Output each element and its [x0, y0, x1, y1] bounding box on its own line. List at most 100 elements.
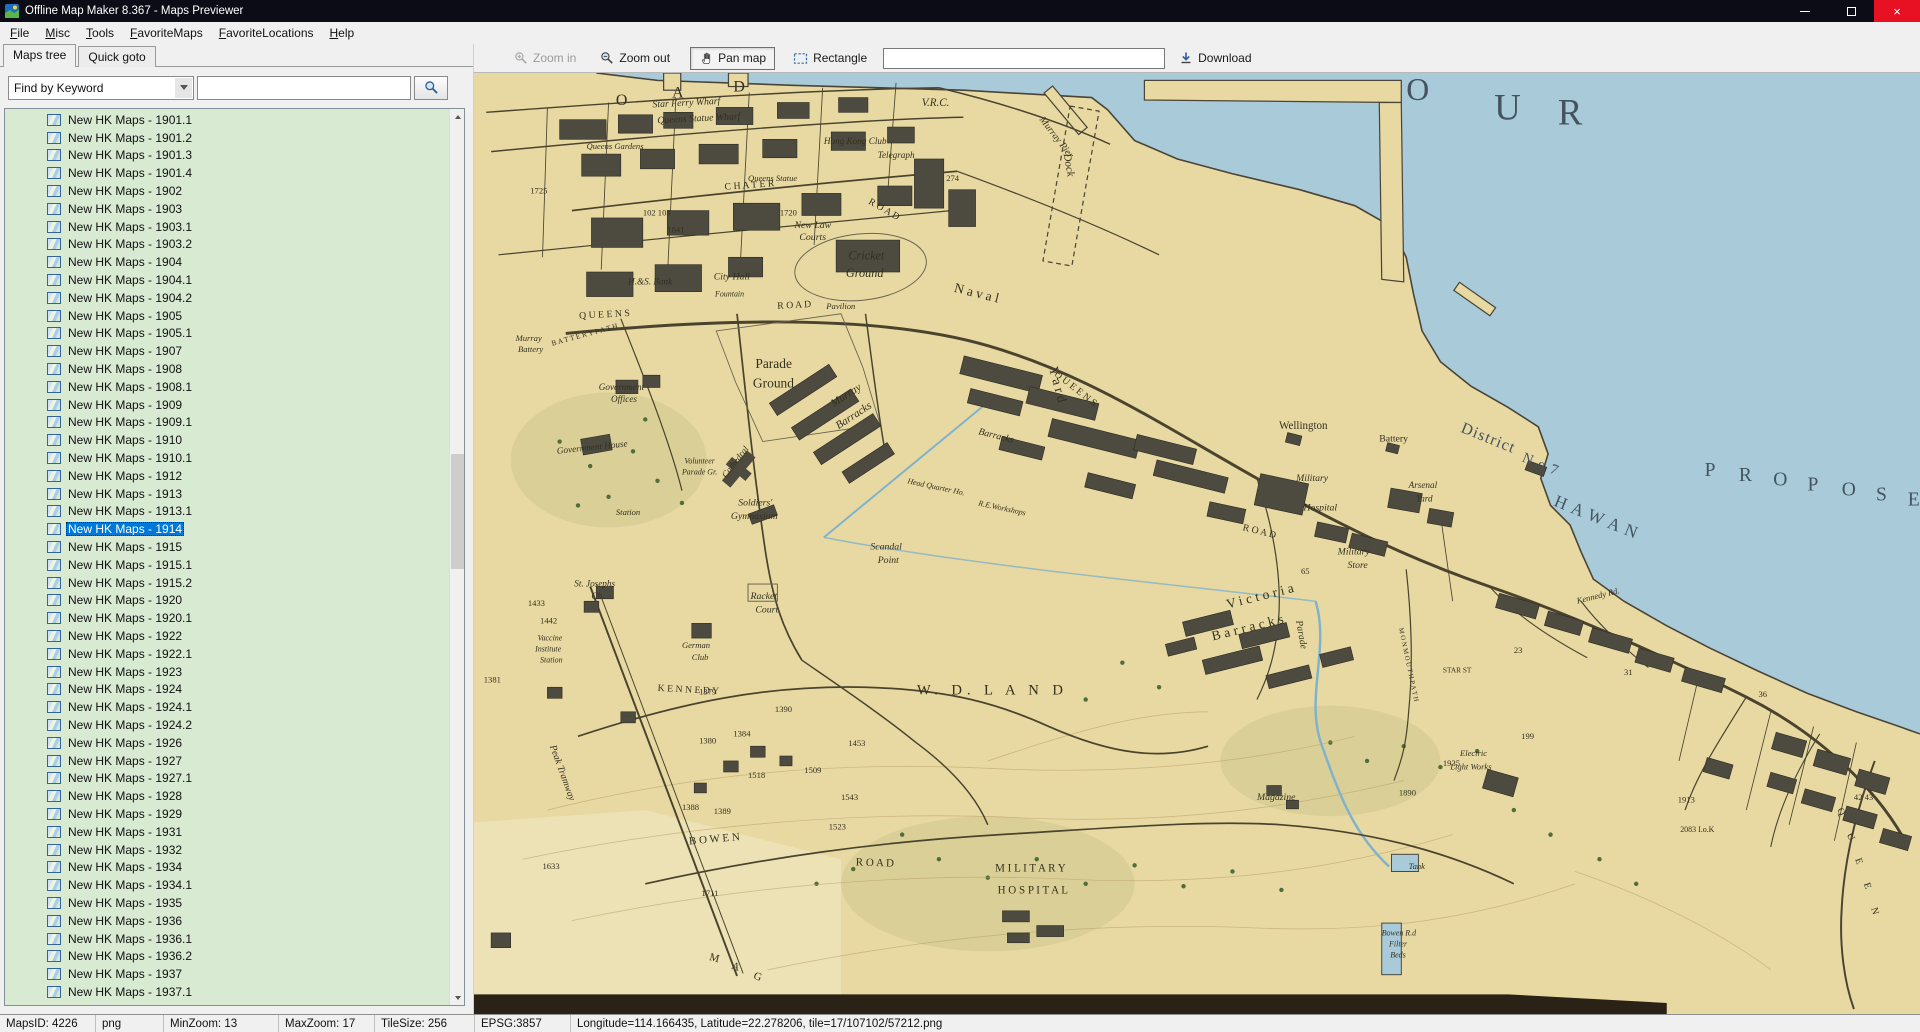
scroll-up-button[interactable] — [450, 109, 465, 124]
map-icon — [47, 915, 61, 927]
tree-item[interactable]: New HK Maps - 1924 — [5, 681, 449, 699]
tree-item[interactable]: New HK Maps - 1914 — [5, 520, 449, 538]
coordinates-input[interactable] — [883, 48, 1165, 69]
tree-item[interactable]: New HK Maps - 1928 — [5, 787, 449, 805]
tree-item[interactable]: New HK Maps - 1902 — [5, 182, 449, 200]
tree-item[interactable]: New HK Maps - 1904.1 — [5, 271, 449, 289]
tree-item[interactable]: New HK Maps - 1936.2 — [5, 947, 449, 965]
tree-item[interactable]: New HK Maps - 1924.2 — [5, 716, 449, 734]
download-button[interactable]: Download — [1171, 48, 1259, 68]
tree-item[interactable]: New HK Maps - 1937 — [5, 965, 449, 983]
tree-item[interactable]: New HK Maps - 1935 — [5, 894, 449, 912]
map-icon — [47, 790, 61, 802]
rectangle-button[interactable]: Rectangle — [785, 48, 875, 68]
tree-item[interactable]: New HK Maps - 1903.2 — [5, 236, 449, 254]
map-label: R — [1739, 465, 1753, 486]
map-label: 1523 — [829, 822, 846, 832]
tree-item[interactable]: New HK Maps - 1905.1 — [5, 325, 449, 343]
tree-item-label: New HK Maps - 1934.1 — [66, 878, 194, 892]
minimize-button[interactable] — [1782, 0, 1828, 22]
scroll-down-button[interactable] — [450, 990, 465, 1005]
tree-item-label: New HK Maps - 1903 — [66, 202, 184, 216]
tree-item[interactable]: New HK Maps - 1912 — [5, 467, 449, 485]
pan-map-button[interactable]: Pan map — [690, 47, 775, 70]
dropdown-button[interactable] — [175, 78, 192, 98]
tree-item[interactable]: New HK Maps - 1901.3 — [5, 147, 449, 165]
close-button[interactable]: × — [1874, 0, 1920, 22]
tree-item[interactable]: New HK Maps - 1922 — [5, 627, 449, 645]
tree-item[interactable]: New HK Maps - 1913 — [5, 485, 449, 503]
tree-item[interactable]: New HK Maps - 1904.2 — [5, 289, 449, 307]
map-label: 65 — [1301, 566, 1310, 576]
tree-item[interactable]: New HK Maps - 1905 — [5, 307, 449, 325]
tree-item[interactable]: New HK Maps - 1936.1 — [5, 930, 449, 948]
map-label: City Hall — [714, 271, 750, 282]
tree-item[interactable]: New HK Maps - 1915.2 — [5, 574, 449, 592]
maximize-button[interactable] — [1828, 0, 1874, 22]
zoom-out-button[interactable]: Zoom out — [592, 48, 678, 68]
tree-item[interactable]: New HK Maps - 1929 — [5, 805, 449, 823]
scrollbar-thumb[interactable] — [451, 454, 464, 569]
tree-item[interactable]: New HK Maps - 1901.1 — [5, 111, 449, 129]
map-canvas[interactable]: OADStar Ferry WharfQueens Statue WharfV.… — [474, 73, 1920, 1014]
tree-item[interactable]: New HK Maps - 1901.2 — [5, 129, 449, 147]
tree-item[interactable]: New HK Maps - 1913.1 — [5, 503, 449, 521]
tree-item[interactable]: New HK Maps - 1927.1 — [5, 769, 449, 787]
tree-item[interactable]: New HK Maps - 1920 — [5, 592, 449, 610]
tree-item[interactable]: New HK Maps - 1910.1 — [5, 449, 449, 467]
map-icon — [47, 452, 61, 464]
tree-item[interactable]: New HK Maps - 1934 — [5, 858, 449, 876]
tree-item[interactable]: New HK Maps - 1924.1 — [5, 698, 449, 716]
title-bar: Offline Map Maker 8.367 - Maps Previewer… — [0, 0, 1920, 22]
menu-misc[interactable]: Misc — [37, 23, 78, 43]
menu-file[interactable]: File — [2, 23, 37, 43]
tree-item[interactable]: New HK Maps - 1936 — [5, 912, 449, 930]
tree-item[interactable]: New HK Maps - 1901.4 — [5, 164, 449, 182]
tree-item[interactable]: New HK Maps - 1909 — [5, 396, 449, 414]
map-label: Store — [1347, 560, 1368, 571]
tree-item[interactable]: New HK Maps - 1932 — [5, 841, 449, 859]
tree-item[interactable]: New HK Maps - 1931 — [5, 823, 449, 841]
tab-quick-goto[interactable]: Quick goto — [78, 46, 155, 67]
tree-item[interactable]: New HK Maps - 1922.1 — [5, 645, 449, 663]
map-icon — [47, 861, 61, 873]
tree-item[interactable]: New HK Maps - 1915.1 — [5, 556, 449, 574]
tree-item[interactable]: New HK Maps - 1908.1 — [5, 378, 449, 396]
tree-item[interactable]: New HK Maps - 1927 — [5, 752, 449, 770]
tree-item[interactable]: New HK Maps - 1908 — [5, 360, 449, 378]
tree-item[interactable]: New HK Maps - 1926 — [5, 734, 449, 752]
tree-item[interactable]: New HK Maps - 1937.1 — [5, 983, 449, 1001]
tree-item-label: New HK Maps - 1937 — [66, 967, 184, 981]
map-label: Electric — [1459, 748, 1487, 758]
tree-item[interactable]: New HK Maps - 1909.1 — [5, 414, 449, 432]
menu-tools[interactable]: Tools — [78, 23, 122, 43]
keyword-filter-dropdown[interactable]: Find by Keyword — [8, 76, 194, 100]
tree-item[interactable]: New HK Maps - 1910 — [5, 431, 449, 449]
menu-favoritelocations[interactable]: FavoriteLocations — [211, 23, 322, 43]
tree-item[interactable]: New HK Maps - 1903.1 — [5, 218, 449, 236]
tree-item[interactable]: New HK Maps - 1915 — [5, 538, 449, 556]
status-minzoom: MinZoom: 13 — [164, 1015, 279, 1032]
menu-favoritemaps[interactable]: FavoriteMaps — [122, 23, 211, 43]
tree-scrollbar[interactable] — [449, 109, 464, 1005]
map-label: 1633 — [543, 861, 560, 871]
zoom-in-button[interactable]: Zoom in — [506, 48, 584, 68]
map-label: 1389 — [714, 806, 731, 816]
tree-item[interactable]: New HK Maps - 1903 — [5, 200, 449, 218]
tree-item[interactable]: New HK Maps - 1923 — [5, 663, 449, 681]
tree-item[interactable]: New HK Maps - 1934.1 — [5, 876, 449, 894]
search-input[interactable] — [197, 76, 411, 100]
tree-item[interactable]: New HK Maps - 1904 — [5, 253, 449, 271]
tab-maps-tree[interactable]: Maps tree — [3, 44, 76, 67]
map-label: Battery — [1379, 434, 1408, 445]
menu-help[interactable]: Help — [322, 23, 363, 43]
map-label: 1384 — [733, 728, 751, 738]
search-button[interactable] — [414, 76, 448, 100]
map-icon — [47, 221, 61, 233]
sidebar: Maps tree Quick goto Find by Keyword New… — [0, 44, 473, 1014]
tree-item[interactable]: New HK Maps - 1920.1 — [5, 609, 449, 627]
menu-bar: File Misc Tools FavoriteMaps FavoriteLoc… — [0, 22, 1920, 44]
map-label: Institute — [534, 645, 561, 654]
tree-item[interactable]: New HK Maps - 1907 — [5, 342, 449, 360]
window-title: Offline Map Maker 8.367 - Maps Previewer — [25, 5, 243, 17]
